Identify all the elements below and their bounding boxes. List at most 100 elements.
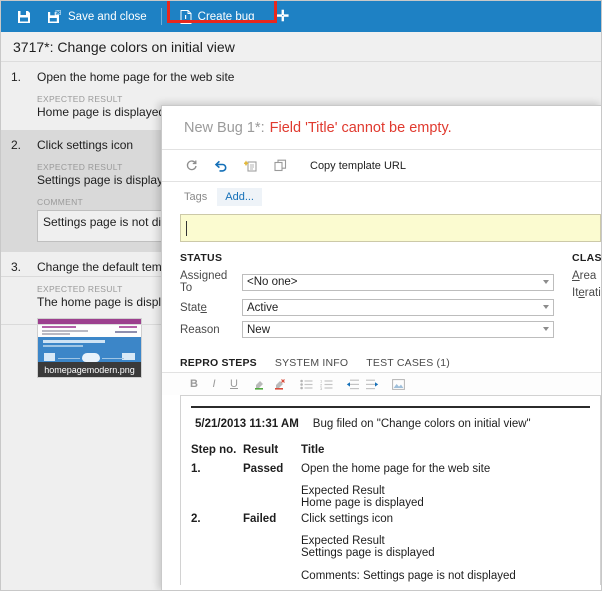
content-divider (191, 406, 590, 408)
plus-icon[interactable]: ✛ (277, 9, 290, 24)
dialog-header: New Bug 1*: Field 'Title' cannot be empt… (162, 106, 601, 150)
dialog-toolbar: Copy template URL (162, 150, 601, 182)
tags-row: Tags Add... (162, 182, 601, 212)
row-comment: Comments: Settings page is not displayed (301, 570, 516, 582)
image-icon[interactable] (388, 374, 408, 394)
step-number: 3. (11, 260, 22, 274)
tab-repro-steps[interactable]: REPRO STEPS (180, 357, 257, 372)
row-expected-value: Settings page is displayed (301, 547, 435, 559)
highlight-icon[interactable] (250, 374, 270, 394)
new-bug-dialog: New Bug 1*: Field 'Title' cannot be empt… (161, 105, 602, 590)
create-bug-button[interactable]: Create bug (172, 1, 263, 32)
chevron-down-icon (543, 305, 549, 309)
repro-steps-content[interactable]: 5/21/2013 11:31 AM Bug filed on "Change … (180, 395, 601, 585)
reason-row: Reason New (180, 321, 554, 338)
reason-select[interactable]: New (242, 321, 554, 338)
tab-system-info[interactable]: SYSTEM INFO (275, 357, 348, 372)
bug-tracker-window: Save and close Create bug ✛ 3717*: Chang… (0, 0, 602, 591)
dialog-error-message: Field 'Title' cannot be empty. (269, 119, 452, 136)
table-row: 1. Passed Open the home page for the web… (191, 463, 590, 513)
row-result: Passed (243, 463, 284, 475)
tab-test-cases[interactable]: TEST CASES (1) (366, 357, 450, 372)
copy-template-url-link[interactable]: Copy template URL (310, 160, 406, 172)
assigned-to-value: <No one> (247, 276, 298, 288)
row-title: Open the home page for the web site (301, 463, 491, 475)
attachment-filename: homepagemodern.png (38, 362, 141, 377)
iteration-row: Iterati (572, 287, 601, 299)
create-bug-group: Create bug ✛ (166, 1, 290, 32)
underline-icon[interactable]: U (224, 374, 244, 394)
iteration-label: Iterati (572, 287, 601, 299)
col-step-no: Step no. (191, 444, 237, 456)
text-cursor (186, 220, 187, 236)
row-title-cell: Click settings icon Expected Result Sett… (301, 513, 590, 585)
area-row: Area (572, 270, 601, 282)
table-header-row: Step no. Result Title (191, 444, 590, 463)
reason-value: New (247, 323, 271, 336)
tags-label: Tags (184, 191, 208, 203)
bug-filed-line: 5/21/2013 11:31 AM Bug filed on "Change … (191, 418, 590, 430)
undo-icon[interactable] (206, 151, 236, 181)
row-expected-value: Home page is displayed (301, 497, 424, 509)
step-number: 2. (11, 138, 22, 152)
expected-result-label: EXPECTED RESULT (37, 94, 123, 104)
status-section-label: STATUS (180, 252, 223, 264)
row-step-no: 2. (191, 513, 201, 525)
state-row: State Active (180, 299, 554, 316)
page-title: 3717*: Change colors on initial view (1, 32, 601, 62)
create-bug-label: Create bug (197, 10, 255, 23)
assigned-to-row: Assigned To <No one> (180, 270, 554, 294)
save-button[interactable] (9, 1, 39, 32)
outdent-icon[interactable] (342, 374, 362, 394)
clear-format-icon[interactable] (270, 374, 290, 394)
row-step-no: 1. (191, 463, 201, 475)
bold-icon[interactable]: B (184, 374, 204, 394)
step-title: Open the home page for the web site (37, 70, 235, 84)
filed-date: 5/21/2013 11:31 AM (195, 418, 299, 430)
indent-icon[interactable] (362, 374, 382, 394)
copy-icon[interactable] (266, 151, 296, 181)
reason-label: Reason (180, 323, 220, 336)
row-result: Failed (243, 513, 277, 525)
save-and-close-icon (47, 9, 62, 24)
dialog-title: New Bug 1*: (184, 119, 265, 136)
toolbar-divider (160, 8, 162, 25)
state-select[interactable]: Active (242, 299, 554, 316)
refresh-icon[interactable] (176, 151, 206, 181)
add-tag-button[interactable]: Add... (217, 188, 262, 206)
row-title-cell: Open the home page for the web site Expe… (301, 463, 590, 513)
save-and-close-button[interactable]: Save and close (39, 1, 155, 32)
row-expected-label: Expected Result (301, 485, 385, 497)
step-number: 1. (11, 70, 22, 84)
dialog-tabs: REPRO STEPS SYSTEM INFO TEST CASES (1) (162, 349, 601, 373)
numbered-list-icon[interactable]: 123 (316, 374, 336, 394)
table-row: 2. Failed Click settings icon Expected R… (191, 513, 590, 585)
assigned-to-select[interactable]: <No one> (242, 273, 554, 291)
italic-icon[interactable]: I (204, 374, 224, 394)
filed-text: Bug filed on "Change colors on initial v… (312, 418, 531, 430)
area-label: Area (572, 270, 597, 282)
svg-text:3: 3 (320, 386, 323, 390)
save-and-close-label: Save and close (68, 10, 147, 23)
col-result: Result (243, 444, 279, 456)
bug-title-input[interactable] (180, 214, 601, 242)
classification-section: CLASS Area Iterati (554, 252, 602, 343)
row-expected-label: Expected Result (301, 535, 385, 547)
attachment-preview-image: homepagemodern.png (37, 318, 142, 378)
chevron-down-icon (543, 279, 549, 284)
repro-steps-table: Step no. Result Title 1. Passed Open the… (191, 444, 590, 585)
col-title: Title (301, 444, 325, 456)
main-toolbar: Save and close Create bug ✛ (1, 1, 601, 32)
chevron-down-icon (543, 327, 549, 331)
fields-area: STATUS Assigned To <No one> State Active (162, 242, 602, 343)
assigned-to-label: Assigned To (180, 270, 228, 294)
bug-document-icon (180, 9, 192, 24)
attachment-thumbnail[interactable]: homepagemodern.png (37, 318, 142, 378)
bullet-list-icon[interactable] (296, 374, 316, 394)
state-label: State (180, 301, 207, 314)
format-toolbar: B I U 123 (162, 373, 601, 395)
classification-section-label: CLASS (572, 252, 602, 264)
save-icon (17, 10, 31, 24)
revert-icon[interactable] (236, 151, 266, 181)
row-title: Click settings icon (301, 513, 394, 525)
